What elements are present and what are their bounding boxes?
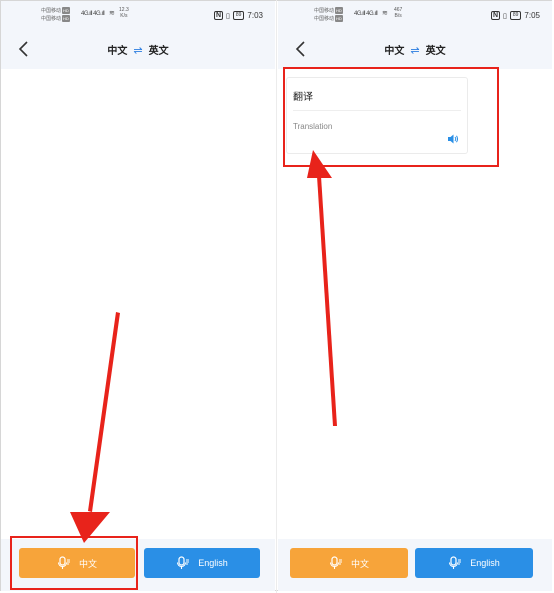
arrow-up-shaft bbox=[317, 176, 337, 426]
arrow-down-shaft bbox=[88, 312, 120, 512]
annotation-arrows bbox=[70, 150, 337, 543]
arrow-down-head bbox=[70, 512, 110, 543]
arrow-up-head bbox=[307, 150, 332, 178]
